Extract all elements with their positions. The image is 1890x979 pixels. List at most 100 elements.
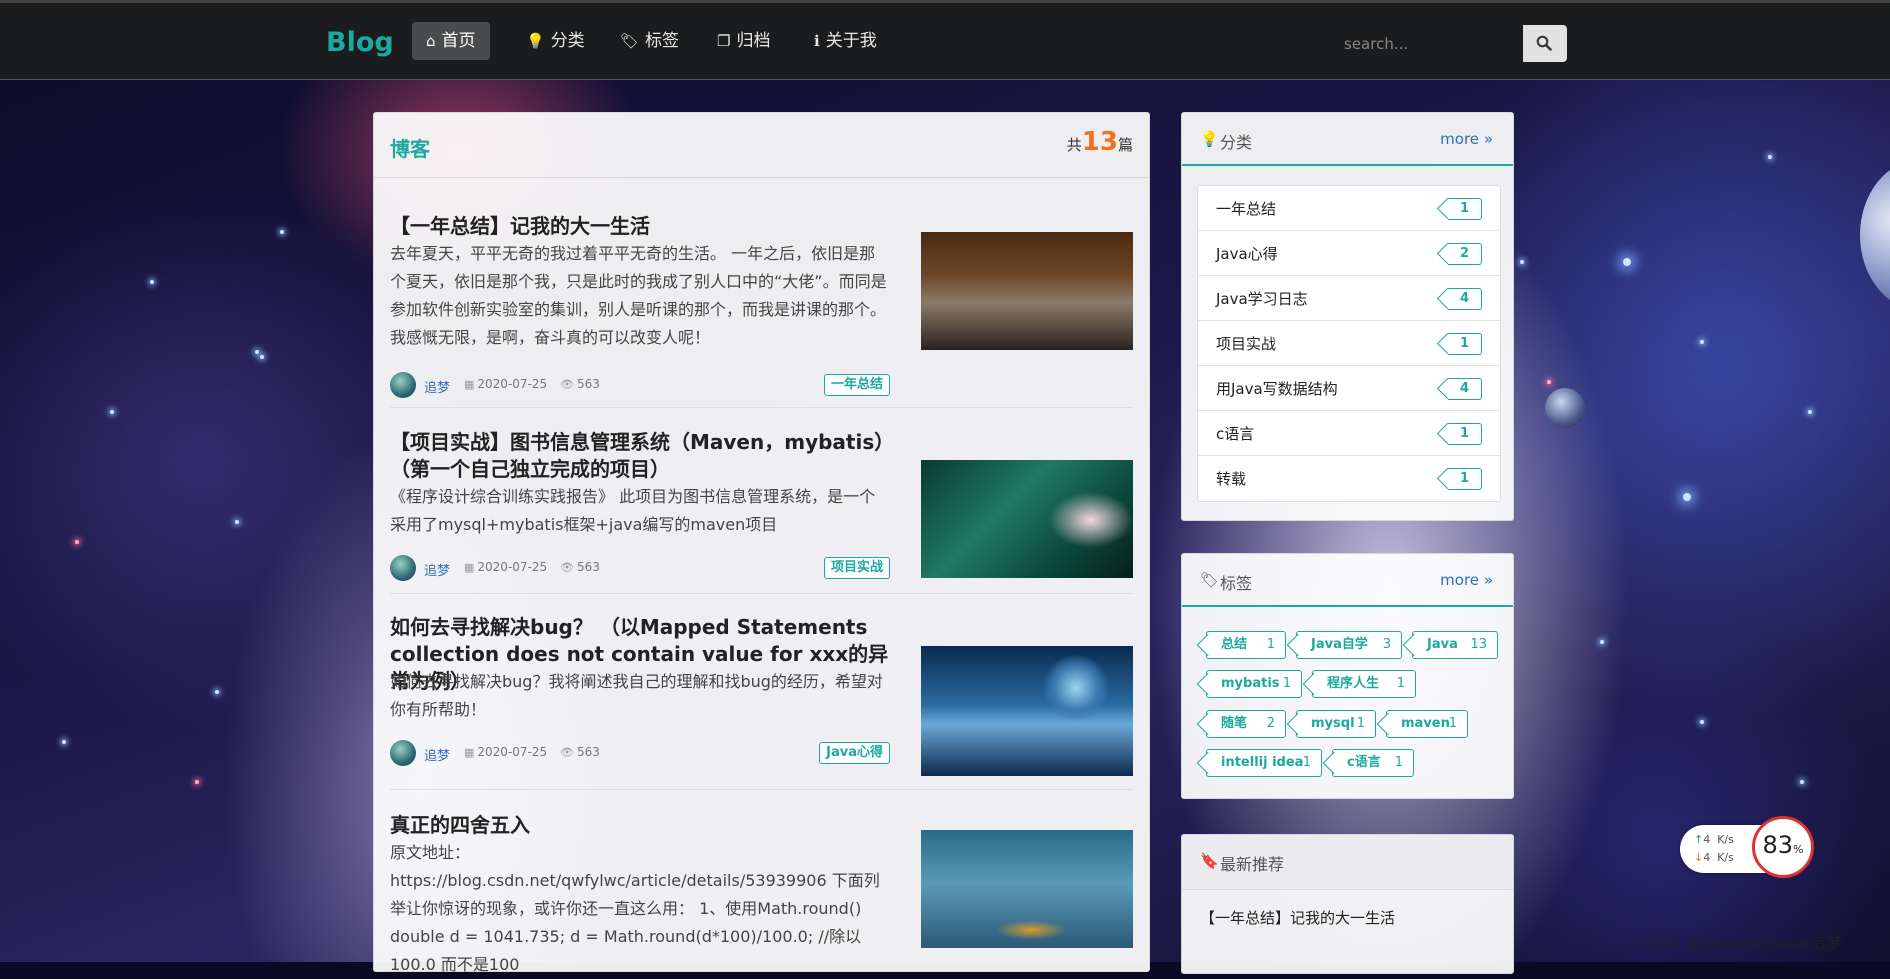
double-chevron-right-icon: »: [1483, 130, 1493, 148]
author-avatar[interactable]: [390, 372, 416, 398]
category-count: 2: [1448, 243, 1482, 265]
category-count: 4: [1448, 378, 1482, 400]
planet-large: [1860, 160, 1890, 310]
tag-chip[interactable]: 随笔 2: [1206, 710, 1286, 738]
post-views: 👁 563: [560, 745, 600, 759]
nav-item-categories[interactable]: 💡 分类: [512, 22, 599, 60]
recommend-card: 🔖 最新推荐 【一年总结】记我的大一生活: [1181, 834, 1514, 974]
search-button[interactable]: [1523, 25, 1567, 62]
tag-chip[interactable]: c语言 1: [1332, 749, 1414, 777]
info-icon: ℹ: [814, 32, 820, 50]
category-count: 1: [1448, 333, 1482, 355]
tag-chip[interactable]: mybatis 1: [1206, 670, 1302, 698]
star: [1700, 340, 1704, 344]
category-item[interactable]: Java学习日志 4: [1198, 276, 1500, 321]
tag-chip[interactable]: Java自学 3: [1296, 631, 1402, 659]
post-title[interactable]: 【项目实战】图书信息管理系统（Maven，mybatis）（第一个自己独立完成的…: [390, 429, 890, 483]
download-speed: ↓4 K/s: [1694, 851, 1734, 864]
category-count: 1: [1448, 198, 1482, 220]
tag-chip[interactable]: intellij idea 1: [1206, 749, 1322, 777]
star: [1623, 258, 1631, 266]
star: [255, 350, 259, 354]
blog-list-title: 博客: [390, 137, 430, 161]
planet-small: [1545, 388, 1585, 428]
star: [260, 355, 264, 359]
post-thumbnail[interactable]: [921, 460, 1133, 578]
post-meta: 追梦 ▦ 2020-07-25 👁 563 一年总结: [390, 372, 890, 398]
category-item[interactable]: 一年总结 1: [1198, 186, 1500, 231]
tags-icon: 🏷: [1200, 571, 1220, 589]
post-title[interactable]: 真正的四舍五入: [390, 812, 890, 839]
lightbulb-icon: 💡: [1200, 130, 1219, 148]
post-thumbnail[interactable]: [921, 830, 1133, 948]
star: [62, 740, 66, 744]
star: [235, 520, 239, 524]
category-item[interactable]: 转载 1: [1198, 456, 1500, 501]
star: [1683, 493, 1691, 501]
post-category-tag[interactable]: 项目实战: [823, 557, 890, 579]
star: [1700, 720, 1704, 724]
post-date: ▦ 2020-07-25: [464, 745, 548, 759]
recommend-title: 最新推荐: [1220, 855, 1285, 874]
calendar-icon: ▦: [464, 378, 475, 391]
author-name[interactable]: 追梦: [424, 745, 450, 764]
category-item[interactable]: Java心得 2: [1198, 231, 1500, 276]
author-name[interactable]: 追梦: [424, 377, 450, 396]
blog-list-card: 博客 共13篇 【一年总结】记我的大一生活 去年夏天，平平无奇的我过着平平无奇的…: [373, 112, 1150, 974]
post-category-tag[interactable]: Java心得: [819, 742, 890, 764]
category-item[interactable]: 项目实战 1: [1198, 321, 1500, 366]
search-input[interactable]: [1330, 25, 1523, 62]
star: [1800, 780, 1804, 784]
clone-icon: ❐: [717, 32, 731, 50]
arrow-down-icon: ↓: [1694, 851, 1704, 864]
post-thumbnail[interactable]: [921, 232, 1133, 350]
star: [1768, 155, 1772, 159]
category-count: 1: [1448, 423, 1482, 445]
tag-chip[interactable]: Java 13: [1412, 631, 1498, 659]
categories-title: 分类: [1220, 133, 1253, 152]
calendar-icon: ▦: [464, 746, 475, 759]
tag-chip[interactable]: 总结 1: [1206, 631, 1286, 659]
brand-logo[interactable]: Blog: [326, 27, 394, 58]
post-category-tag[interactable]: 一年总结: [823, 374, 890, 396]
post-item: 真正的四舍五入 原文地址：https://blog.csdn.net/qwfyl…: [390, 812, 1133, 974]
post-meta: 追梦 ▦ 2020-07-25 👁 563 Java心得: [390, 740, 890, 766]
tag-chip[interactable]: mysql 1: [1296, 710, 1376, 738]
star: [280, 230, 284, 234]
author-avatar[interactable]: [390, 740, 416, 766]
nav-item-archive[interactable]: ❐ 归档: [703, 22, 784, 60]
tags-icon: 🏷: [620, 32, 640, 50]
post-thumbnail[interactable]: [921, 646, 1133, 776]
divider: [390, 789, 1133, 790]
post-description: 如何去寻找解决bug？我将阐述我自己的理解和找bug的经历，希望对你有所帮助！: [390, 672, 883, 719]
post-date: ▦ 2020-07-25: [464, 560, 548, 574]
author-name[interactable]: 追梦: [424, 560, 450, 579]
tag-chip[interactable]: maven 1: [1386, 710, 1468, 738]
recommend-item[interactable]: 【一年总结】记我的大一生活: [1200, 907, 1395, 928]
memory-gauge[interactable]: 83%: [1752, 816, 1814, 878]
csdn-watermark: CSDN @Dreamchaser追梦: [1636, 934, 1842, 953]
post-item: 如何去寻找解决bug？ （以Mapped Statements collecti…: [390, 614, 1133, 776]
post-title[interactable]: 【一年总结】记我的大一生活: [390, 213, 890, 240]
nav-item-about[interactable]: ℹ 关于我: [800, 22, 891, 60]
category-list: 一年总结 1 Java心得 2 Java学习日志 4 项目实战 1 用Java写数据结构…: [1197, 185, 1501, 502]
author-avatar[interactable]: [390, 555, 416, 581]
tag-chip[interactable]: 程序人生 1: [1312, 670, 1416, 698]
nav-item-tags[interactable]: 🏷 标签: [606, 22, 693, 60]
tags-header: 🏷 标签 more »: [1182, 554, 1513, 607]
star: [1547, 380, 1551, 384]
category-item[interactable]: 用Java写数据结构 4: [1198, 366, 1500, 411]
post-count: 共13篇: [1066, 127, 1133, 157]
post-description: 去年夏天，平平无奇的我过着平平无奇的生活。 一年之后，依旧是那个夏天，依旧是那个…: [390, 244, 887, 347]
tags-more-link[interactable]: more »: [1440, 571, 1493, 589]
calendar-icon: ▦: [464, 561, 475, 574]
star: [195, 780, 199, 784]
divider: [390, 407, 1133, 408]
categories-more-link[interactable]: more »: [1440, 130, 1493, 148]
post-description: 《程序设计综合训练实践报告》 此项目为图书信息管理系统，是一个采用了mysql+…: [390, 487, 876, 534]
post-views: 👁 563: [560, 377, 600, 391]
nav-item-home[interactable]: ⌂ 首页: [412, 22, 490, 60]
category-item[interactable]: c语言 1: [1198, 411, 1500, 456]
post-item: 【一年总结】记我的大一生活 去年夏天，平平无奇的我过着平平无奇的生活。 一年之后…: [390, 213, 1133, 398]
star: [150, 280, 154, 284]
